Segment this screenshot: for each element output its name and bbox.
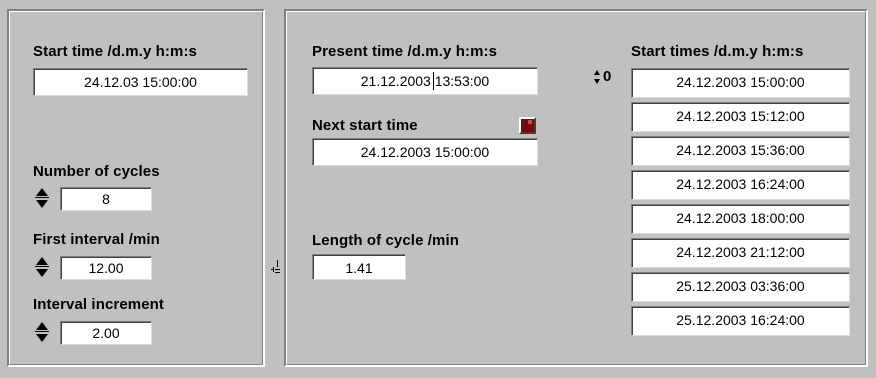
start-time-item[interactable]: 24.12.2003 18:00:00 (631, 204, 850, 234)
increment-label: Interval increment (33, 296, 165, 313)
cycles-field[interactable]: 8 (60, 187, 152, 211)
next-start-field[interactable]: 24.12.2003 15:00:00 (312, 138, 538, 166)
present-time-label: Present time /d.m.y h:m:s (312, 43, 498, 60)
cycle-length-field[interactable]: 1.41 (312, 254, 406, 280)
array-index-stepper[interactable] (593, 67, 603, 87)
present-time-field[interactable]: 21.12.2003 13:53:00 (312, 67, 538, 95)
start-time-label: Start time /d.m.y h:m:s (33, 43, 197, 60)
start-times-label: Start times /d.m.y h:m:s (631, 43, 804, 60)
next-start-label: Next start time (312, 117, 418, 134)
start-time-item[interactable]: 24.12.2003 15:12:00 (631, 102, 850, 132)
cycles-stepper[interactable] (33, 186, 51, 210)
text-cursor (433, 72, 434, 90)
decrement-arrow-icon[interactable] (36, 200, 48, 208)
increment-stepper[interactable] (33, 320, 51, 344)
first-interval-label: First interval /min (33, 231, 160, 248)
decrement-arrow-icon[interactable] (36, 269, 48, 277)
cycles-label: Number of cycles (33, 163, 160, 180)
increment-arrow-icon[interactable] (36, 188, 48, 196)
first-interval-stepper[interactable] (33, 255, 51, 279)
start-time-item[interactable]: 24.12.2003 15:00:00 (631, 68, 850, 98)
index-down-arrow-icon[interactable] (594, 79, 600, 84)
start-time-field[interactable]: 24.12.03 15:00:00 (33, 68, 248, 96)
start-time-item[interactable]: 24.12.2003 15:36:00 (631, 136, 850, 166)
start-time-item[interactable]: 24.12.2003 16:24:00 (631, 170, 850, 200)
increment-arrow-icon[interactable] (36, 322, 48, 330)
cycle-length-label: Length of cycle /min (312, 232, 460, 249)
stepper-divider (35, 197, 49, 198)
start-time-item[interactable]: 25.12.2003 16:24:00 (631, 306, 850, 336)
stepper-divider (35, 266, 49, 267)
increment-field[interactable]: 2.00 (60, 321, 152, 345)
start-time-item[interactable]: 24.12.2003 21:12:00 (631, 238, 850, 268)
index-up-arrow-icon[interactable] (594, 70, 600, 75)
decrement-arrow-icon[interactable] (36, 334, 48, 342)
wire-connector-icon (270, 258, 282, 276)
array-index-value[interactable]: 0 (603, 68, 611, 85)
start-time-item[interactable]: 25.12.2003 03:36:00 (631, 272, 850, 302)
stepper-divider (35, 331, 49, 332)
first-interval-field[interactable]: 12.00 (60, 256, 152, 280)
increment-arrow-icon[interactable] (36, 257, 48, 265)
indicator-led-icon[interactable] (519, 117, 536, 134)
